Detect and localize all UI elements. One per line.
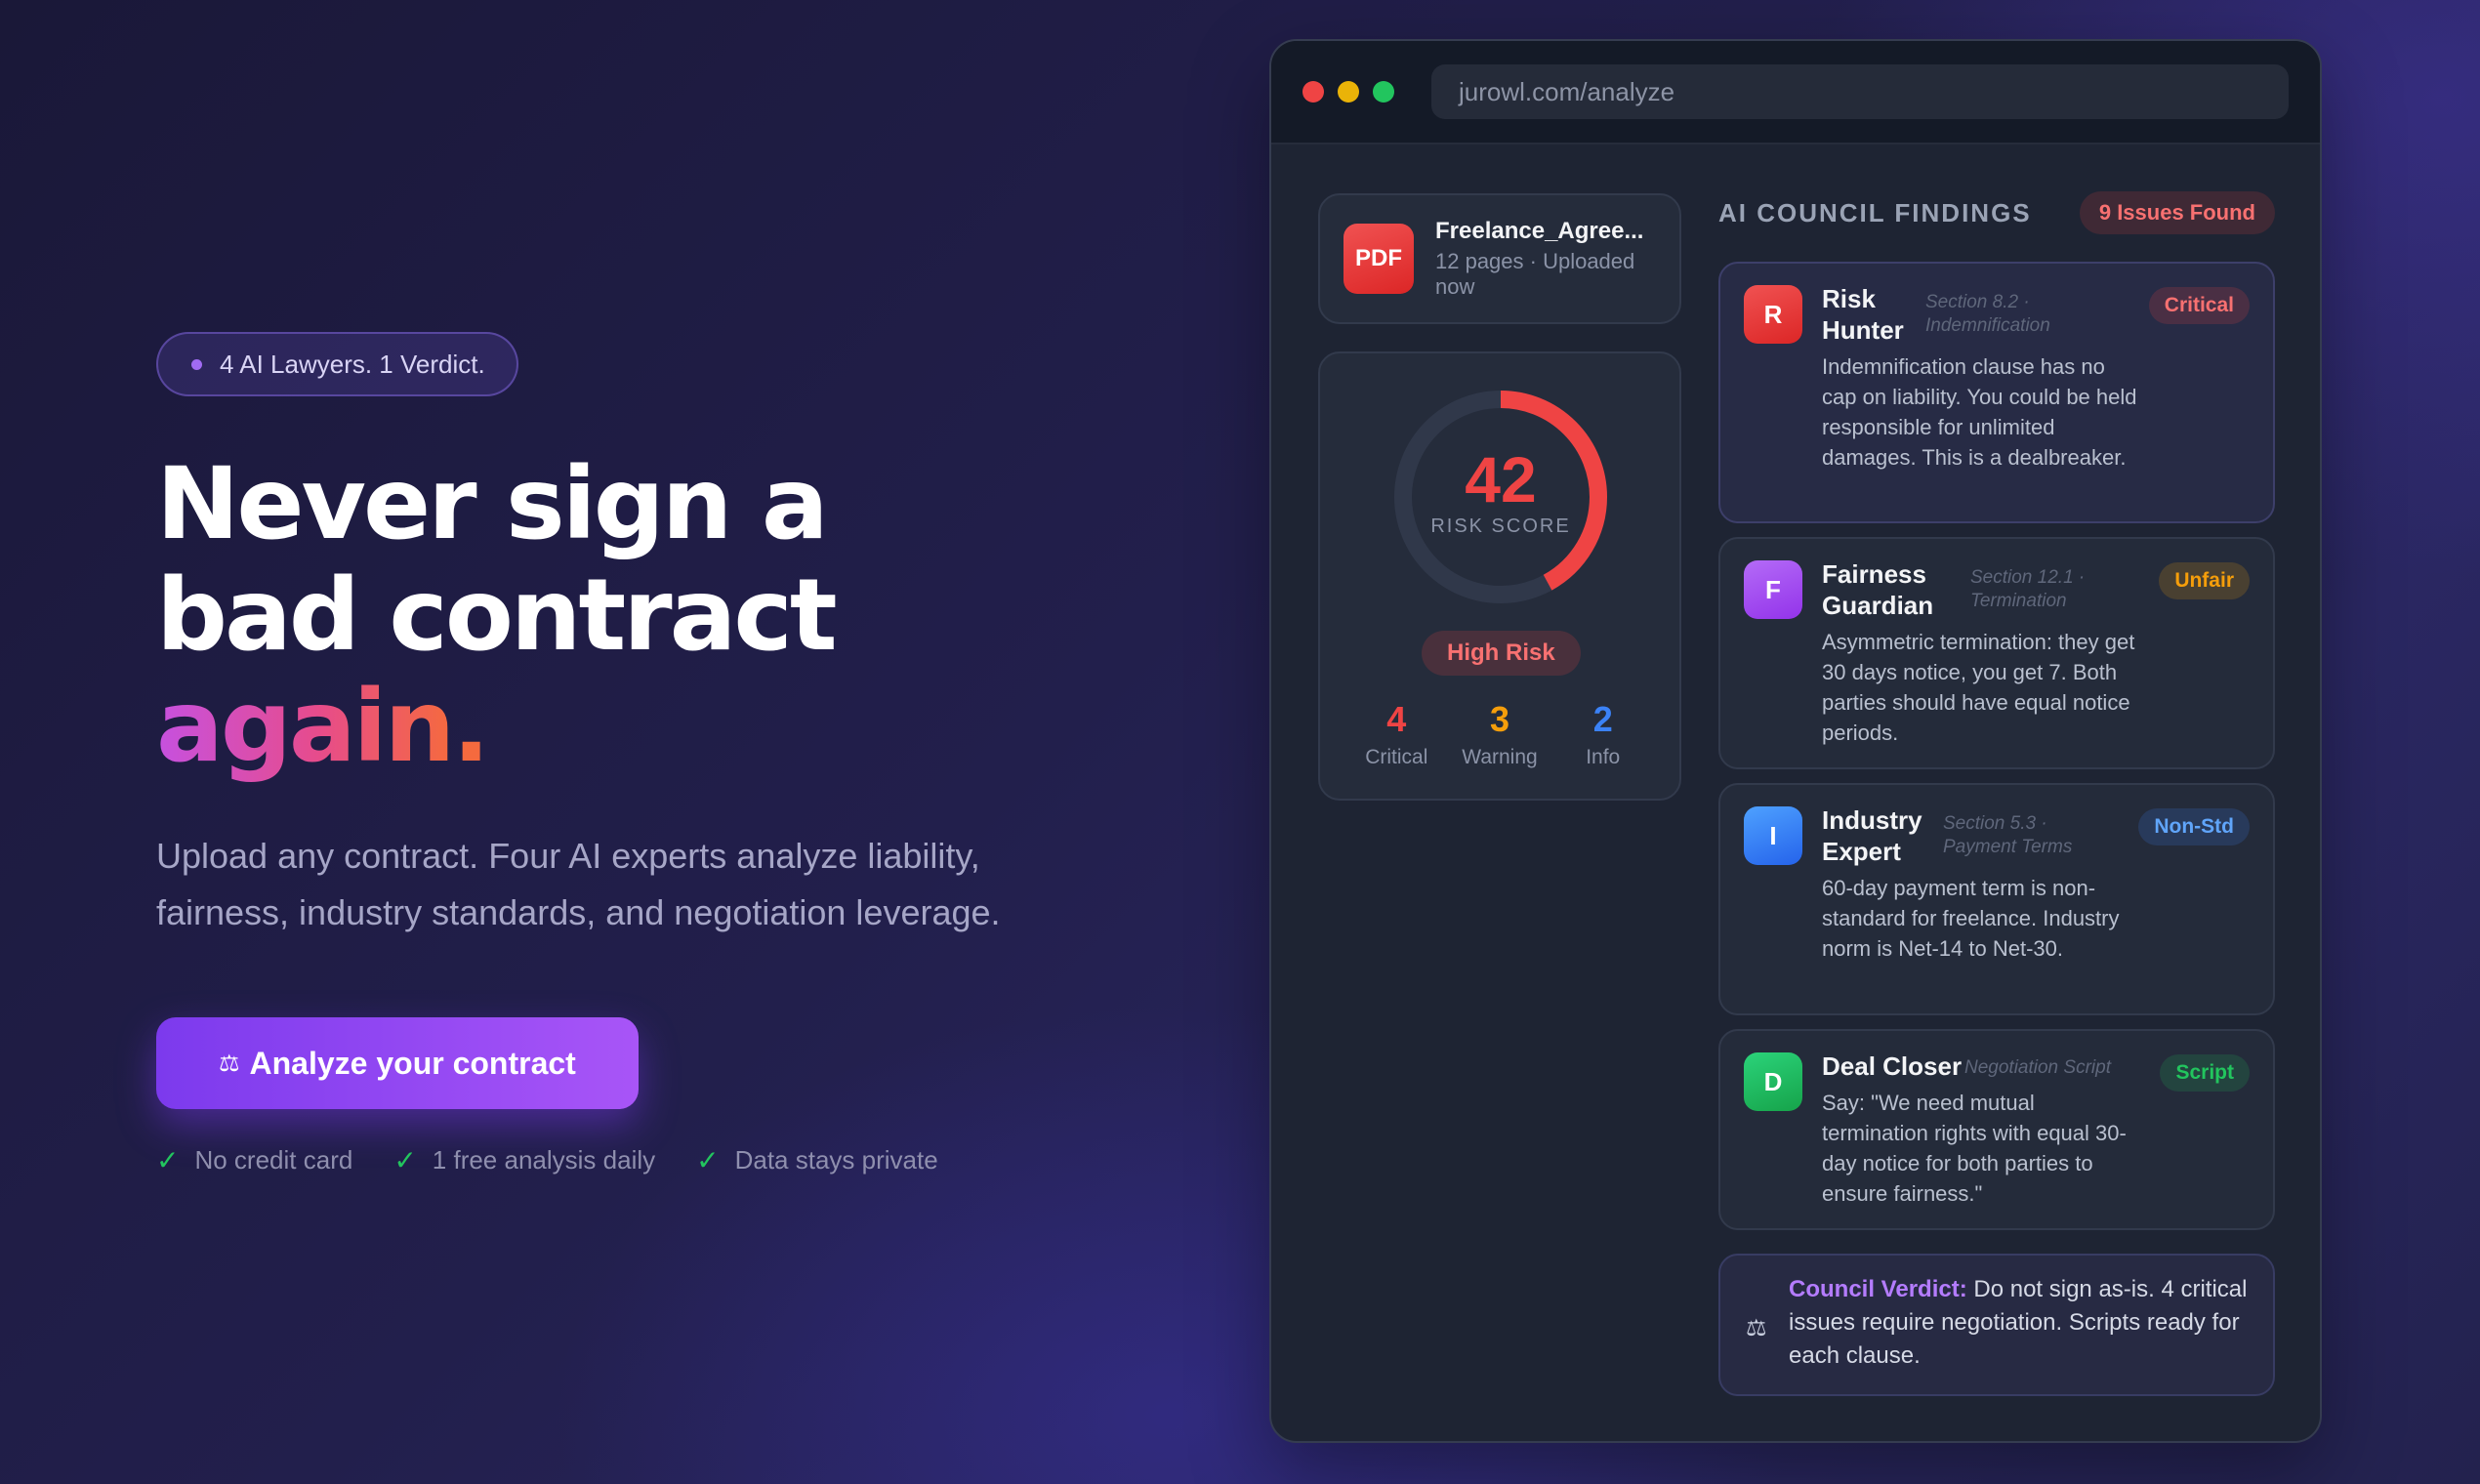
perks-list: ✓ No credit card ✓ 1 free analysis daily… [156,1144,1133,1176]
headline-period: . [452,669,490,785]
checkmark-icon: ✓ [156,1145,180,1175]
subtitle-line-2: fairness, industry standards, and negoti… [156,892,1001,932]
address-bar-url: jurowl.com/analyze [1459,76,1675,106]
address-bar[interactable]: jurowl.com/analyze [1431,64,2289,119]
finding-card-fairness-guardian[interactable]: F Fairness Guardian Section 12.1 · Termi… [1718,537,2275,769]
council-verdict-box: ⚖ Council Verdict: Do not sign as-is. 4 … [1718,1254,2275,1396]
finding-section: Section 5.3 · Payment Terms [1943,813,2073,857]
avatar: I [1744,806,1802,865]
perk-label: 1 free analysis daily [432,1145,656,1175]
browser-mockup: jurowl.com/analyze PDF Freelance_Agree..… [1269,39,2322,1443]
maximize-window-icon[interactable] [1373,81,1394,103]
perk-item: ✓ No credit card [156,1144,352,1176]
window-controls [1302,81,1394,103]
severity-badge: Script [2160,1054,2250,1092]
severity-badge: Unfair [2159,562,2250,599]
checkmark-icon: ✓ [393,1145,417,1175]
avatar: R [1744,285,1802,344]
file-info: Freelance_Agree... 12 pages · Uploaded n… [1435,218,1656,300]
headline-line-2: bad contract [156,557,838,674]
count-label: Warning [1462,746,1538,768]
count-critical: 4 Critical [1362,699,1430,769]
risk-score-gauge: 42 RISK SCORE [1390,387,1611,607]
uploaded-file-card[interactable]: PDF Freelance_Agree... 12 pages · Upload… [1318,193,1681,324]
perk-label: Data stays private [734,1145,938,1175]
count-number: 2 [1592,699,1613,739]
finding-section: Section 8.2 · Indemnification [1925,292,2050,336]
finding-card-deal-closer[interactable]: D Deal Closer Negotiation Script Script … [1718,1029,2275,1230]
hero-section: 4 AI Lawyers. 1 Verdict. Never sign a ba… [156,332,1133,1176]
count-warning: 3 Warning [1462,699,1537,769]
verdict-text-block: Council Verdict: Do not sign as-is. 4 cr… [1789,1273,2257,1373]
checkmark-icon: ✓ [696,1145,720,1175]
page-headline: Never sign a bad contract again. [156,449,1133,783]
tagline-badge-label: 4 AI Lawyers. 1 Verdict. [220,349,485,379]
finding-agent-name: Deal Closer [1822,1051,1963,1081]
pdf-file-icon: PDF [1343,224,1414,294]
finding-text: Asymmetric termination: they get 30 days… [1822,630,2135,745]
perk-item: ✓ 1 free analysis daily [393,1144,655,1176]
avatar: F [1744,560,1802,619]
tagline-badge: 4 AI Lawyers. 1 Verdict. [156,332,518,396]
finding-card-industry-expert[interactable]: I Industry Expert Section 5.3 · Payment … [1718,783,2275,1015]
severity-badge: Non-Std [2138,808,2250,845]
severity-badge: Critical [2148,287,2250,324]
file-meta: 12 pages · Uploaded now [1435,249,1635,299]
avatar: D [1744,1052,1802,1111]
count-number: 4 [1386,699,1407,739]
analyze-contract-button[interactable]: ⚖ Analyze your contract [156,1017,639,1109]
perk-label: No credit card [194,1145,353,1175]
headline-line-3: again. [156,672,1133,783]
close-window-icon[interactable] [1302,81,1324,103]
issue-counts: 4 Critical 3 Warning 2 Info [1320,699,1679,769]
finding-section: Negotiation Script [1964,1057,2111,1078]
finding-text: Indemnification clause has no cap on lia… [1822,354,2137,470]
scales-icon: ⚖ [1746,1315,1767,1341]
findings-title: AI COUNCIL FINDINGS [1718,197,2032,227]
finding-text: Say: "We need mutual termination rights … [1822,1091,2127,1206]
finding-agent-name: Industry Expert [1822,805,1922,866]
finding-card-risk-hunter[interactable]: R Risk Hunter Section 8.2 · Indemnificat… [1718,262,2275,523]
risk-level-badge: High Risk [1422,631,1581,676]
subtitle-line-1: Upload any contract. Four AI experts ana… [156,836,980,876]
count-label: Critical [1365,746,1428,768]
scales-icon: ⚖ [219,1050,240,1077]
count-number: 3 [1489,699,1509,739]
browser-titlebar: jurowl.com/analyze [1271,41,2320,144]
count-label: Info [1586,746,1621,768]
findings-header: AI COUNCIL FINDINGS 9 Issues Found [1718,189,2275,236]
issues-count-badge: 9 Issues Found [2079,191,2275,234]
finding-agent-name: Fairness Guardian [1822,559,1934,620]
finding-section: Section 12.1 · Termination [1970,567,2086,611]
finding-text: 60-day payment term is non-standard for … [1822,876,2120,961]
perk-item: ✓ Data stays private [696,1144,938,1176]
headline-line-1: Never sign a [156,446,829,562]
risk-score-card: 42 RISK SCORE High Risk 4 Critical 3 War… [1318,351,1681,801]
analyze-contract-label: Analyze your contract [249,1045,576,1081]
risk-score-label: RISK SCORE [1430,515,1571,537]
headline-accent: again [156,669,455,785]
finding-agent-name: Risk Hunter [1822,284,1904,345]
verdict-label: Council Verdict: [1789,1276,1967,1302]
badge-dot-icon [191,358,202,370]
count-info: 2 Info [1569,699,1637,769]
risk-score-value: 42 [1465,443,1537,515]
minimize-window-icon[interactable] [1338,81,1359,103]
hero-subtitle: Upload any contract. Four AI experts ana… [156,828,1133,941]
file-name: Freelance_Agree... [1435,218,1644,244]
